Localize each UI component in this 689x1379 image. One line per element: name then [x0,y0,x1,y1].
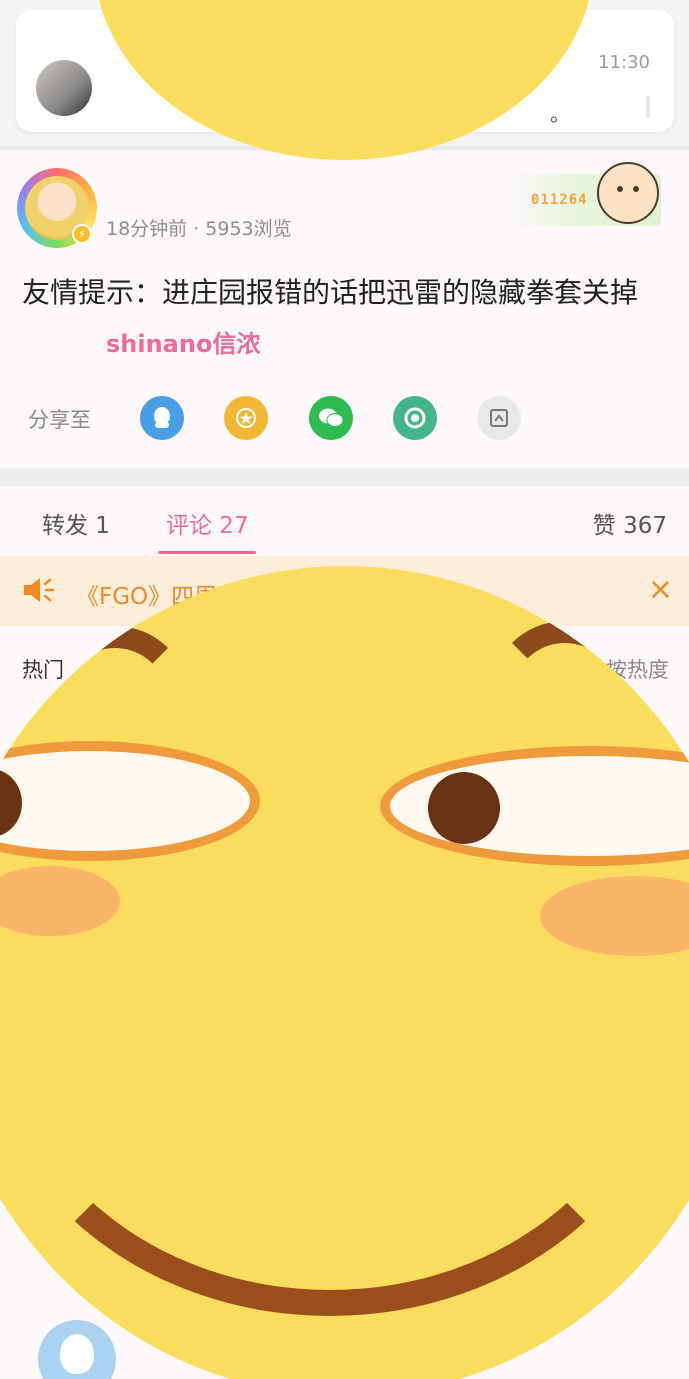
share-row: 分享至 [0,396,689,440]
more-share-icon[interactable] [477,396,521,440]
tab-likes[interactable]: 赞 367 [593,506,667,540]
cat-sticker-icon [597,162,659,224]
emoji-sticker-big [0,566,689,1379]
notification-time: 11:30 [598,52,650,73]
notification-scroll-indicator [646,96,650,118]
username[interactable]: shinano信浓 [106,324,260,359]
tab-comments[interactable]: 评论 27 [166,506,249,540]
verified-badge-icon: ⚡ [72,224,92,244]
fan-number: 011264 [531,192,588,208]
wechat-share-icon[interactable] [309,396,353,440]
close-icon[interactable]: × [648,572,673,607]
emoji-sticker-top [94,0,594,160]
post-card: ⚡ shinano信浓 18分钟前 · 5953浏览 011264 友情提示：进… [0,150,689,468]
qzone-share-icon[interactable] [224,396,268,440]
tab-repost[interactable]: 转发 1 [42,506,110,540]
active-tab-indicator [158,551,256,554]
post-meta: 18分钟前 · 5953浏览 [106,218,292,240]
moments-share-icon[interactable] [393,396,437,440]
share-label: 分享至 [28,408,91,432]
notification-text: 。 [550,102,570,126]
notification-avatar[interactable] [36,60,92,116]
fan-badge-decoration[interactable]: 011264 [509,162,661,226]
emoji-smile [0,716,680,1316]
commenter-avatar[interactable] [38,1320,116,1379]
post-tabs: 转发 1 评论 27 赞 367 [0,486,689,556]
speaker-icon [22,576,56,611]
app-root: 11:30 。 ⚡ shinano信浓 18分钟前 · 5953浏览 01126… [0,0,689,1379]
section-gap [0,468,689,486]
post-content: 友情提示：进庄园报错的话把迅雷的隐藏拳套关掉 [22,276,639,309]
emoji-left-pupil [0,769,22,837]
qq-share-icon[interactable] [140,396,184,440]
